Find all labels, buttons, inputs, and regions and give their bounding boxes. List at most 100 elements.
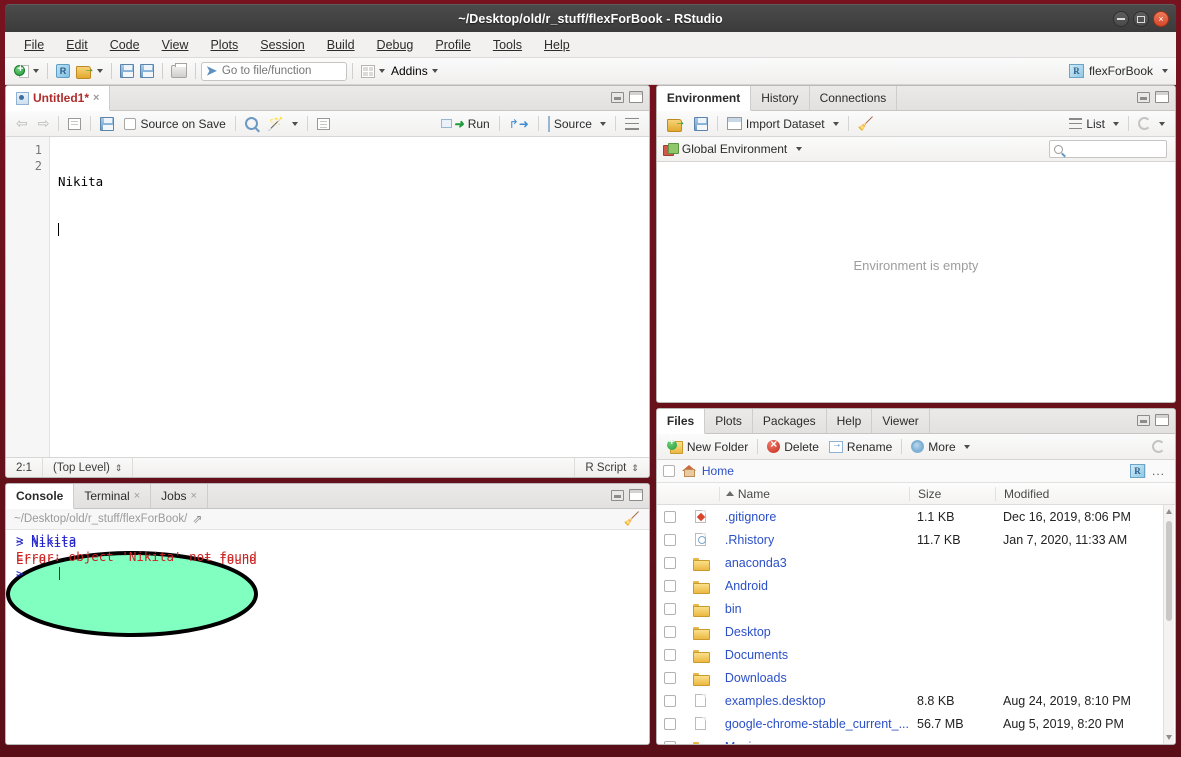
- project-selector[interactable]: R flexForBook: [1069, 64, 1168, 78]
- save-button[interactable]: [117, 61, 137, 82]
- select-all-checkbox[interactable]: [663, 465, 675, 477]
- goto-file-function-box[interactable]: ➤: [201, 62, 347, 81]
- rerun-button[interactable]: ↱➜: [504, 114, 534, 134]
- environment-search-box[interactable]: [1049, 140, 1167, 158]
- file-name[interactable]: Music: [719, 740, 909, 745]
- row-checkbox[interactable]: [664, 718, 676, 730]
- run-button[interactable]: ➜ Run: [436, 114, 495, 134]
- close-icon[interactable]: ×: [93, 92, 99, 104]
- scroll-down-arrow-icon[interactable]: [1166, 735, 1172, 740]
- menu-help[interactable]: Help: [533, 35, 581, 55]
- tab-environment[interactable]: Environment: [657, 86, 751, 111]
- clear-environment-button[interactable]: 🧹: [853, 114, 879, 134]
- file-name[interactable]: Desktop: [719, 625, 909, 639]
- print-button[interactable]: [168, 61, 190, 82]
- environment-search-input[interactable]: [1067, 142, 1159, 156]
- scrollbar-thumb[interactable]: [1166, 521, 1172, 621]
- row-checkbox[interactable]: [664, 511, 676, 523]
- row-checkbox[interactable]: [664, 741, 676, 745]
- maximize-pane-icon[interactable]: [629, 489, 643, 501]
- tab-files[interactable]: Files: [657, 409, 705, 434]
- save-workspace-button[interactable]: [689, 114, 713, 134]
- goto-file-input[interactable]: [220, 64, 338, 78]
- table-row[interactable]: Music: [657, 735, 1175, 744]
- view-mode-button[interactable]: List: [1064, 114, 1124, 134]
- file-name[interactable]: anaconda3: [719, 556, 909, 570]
- show-in-new-window-button[interactable]: [63, 114, 86, 134]
- editor-back-button[interactable]: ⇦: [11, 114, 33, 134]
- column-header-name[interactable]: Name: [719, 487, 909, 501]
- close-window-button[interactable]: ×: [1153, 11, 1169, 27]
- addins-button[interactable]: Addins: [388, 61, 441, 82]
- breadcrumb-home-link[interactable]: Home: [702, 464, 734, 478]
- menu-profile[interactable]: Profile: [424, 35, 481, 55]
- source-button[interactable]: Source: [543, 114, 611, 134]
- tab-console[interactable]: Console: [6, 484, 74, 509]
- editor-body[interactable]: 1 2 Nikita: [6, 137, 649, 457]
- scroll-up-arrow-icon[interactable]: [1166, 509, 1172, 514]
- new-folder-button[interactable]: New Folder: [662, 437, 753, 457]
- file-name[interactable]: Downloads: [719, 671, 909, 685]
- maximize-pane-icon[interactable]: [1155, 91, 1169, 103]
- source-on-save-checkbox[interactable]: [124, 118, 136, 130]
- file-name[interactable]: .gitignore: [719, 510, 909, 524]
- tab-packages[interactable]: Packages: [753, 409, 827, 433]
- console-output[interactable]: > Nikita Error: object 'Nikita' not foun…: [6, 530, 649, 744]
- new-project-button[interactable]: R: [53, 61, 73, 82]
- new-file-button[interactable]: [11, 61, 42, 82]
- broom-icon[interactable]: 🧹: [624, 511, 640, 527]
- row-checkbox[interactable]: [664, 603, 676, 615]
- save-all-button[interactable]: [137, 61, 157, 82]
- row-checkbox[interactable]: [664, 649, 676, 661]
- menu-file[interactable]: File: [13, 35, 55, 55]
- code-tools-button[interactable]: 🪄: [263, 114, 303, 134]
- tab-help[interactable]: Help: [827, 409, 873, 433]
- row-checkbox[interactable]: [664, 534, 676, 546]
- table-row[interactable]: .Rhistory 11.7 KB Jan 7, 2020, 11:33 AM: [657, 528, 1175, 551]
- global-environment-selector[interactable]: Global Environment: [663, 142, 802, 156]
- maximize-window-button[interactable]: [1133, 11, 1149, 27]
- source-on-save-toggle[interactable]: Source on Save: [119, 114, 230, 134]
- table-row[interactable]: Desktop: [657, 620, 1175, 643]
- compile-report-button[interactable]: [312, 114, 335, 134]
- row-checkbox[interactable]: [664, 580, 676, 592]
- table-row[interactable]: bin: [657, 597, 1175, 620]
- view-in-window-icon[interactable]: ⇗: [192, 512, 202, 526]
- open-file-button[interactable]: [73, 61, 106, 82]
- minimize-pane-icon[interactable]: [611, 490, 624, 501]
- menu-plots[interactable]: Plots: [199, 35, 249, 55]
- code-area[interactable]: Nikita: [50, 137, 649, 457]
- breadcrumb-overflow-button[interactable]: ...: [1145, 464, 1171, 478]
- workspace-panes-button[interactable]: [358, 61, 388, 82]
- editor-forward-button[interactable]: ⇨: [33, 114, 55, 134]
- row-checkbox[interactable]: [664, 695, 676, 707]
- minimize-pane-icon[interactable]: [1137, 92, 1150, 103]
- maximize-pane-icon[interactable]: [1155, 414, 1169, 426]
- refresh-environment-button[interactable]: [1133, 114, 1170, 134]
- row-checkbox[interactable]: [664, 557, 676, 569]
- table-row[interactable]: Downloads: [657, 666, 1175, 689]
- delete-button[interactable]: Delete: [762, 437, 824, 457]
- scope-selector[interactable]: (Top Level) ⇕: [43, 458, 133, 477]
- minimize-pane-icon[interactable]: [611, 92, 624, 103]
- row-checkbox[interactable]: [664, 626, 676, 638]
- find-replace-button[interactable]: [240, 114, 263, 134]
- menu-debug[interactable]: Debug: [366, 35, 425, 55]
- table-row[interactable]: Documents: [657, 643, 1175, 666]
- table-row[interactable]: Android: [657, 574, 1175, 597]
- table-row[interactable]: .gitignore 1.1 KB Dec 16, 2019, 8:06 PM: [657, 505, 1175, 528]
- menu-session[interactable]: Session: [249, 35, 315, 55]
- file-type-selector[interactable]: R Script ⇕: [574, 458, 648, 477]
- editor-tab-untitled1[interactable]: Untitled1* ×: [6, 86, 110, 111]
- file-name[interactable]: examples.desktop: [719, 694, 909, 708]
- file-name[interactable]: Android: [719, 579, 909, 593]
- tab-viewer[interactable]: Viewer: [872, 409, 929, 433]
- menu-code[interactable]: Code: [99, 35, 151, 55]
- menu-view[interactable]: View: [151, 35, 200, 55]
- file-name[interactable]: bin: [719, 602, 909, 616]
- table-row[interactable]: google-chrome-stable_current_... 56.7 MB…: [657, 712, 1175, 735]
- menu-edit[interactable]: Edit: [55, 35, 99, 55]
- tab-terminal[interactable]: Terminal ×: [74, 484, 151, 508]
- files-scrollbar[interactable]: [1163, 505, 1174, 744]
- menu-tools[interactable]: Tools: [482, 35, 533, 55]
